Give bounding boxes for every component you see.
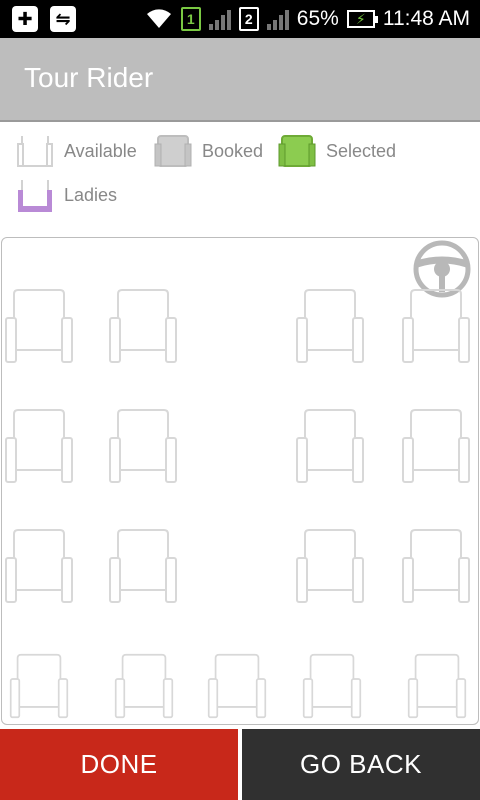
go-back-button[interactable]: GO BACK bbox=[242, 729, 480, 800]
legend-available: Available bbox=[16, 132, 137, 170]
seat-r4-c5[interactable] bbox=[407, 653, 467, 719]
ladies-seat-icon bbox=[16, 176, 54, 214]
sim2-icon: 2 bbox=[238, 7, 259, 31]
selected-seat-icon bbox=[278, 132, 316, 170]
app-title: Tour Rider bbox=[24, 62, 154, 93]
seat-r1-c2[interactable] bbox=[108, 288, 178, 364]
seat-r4-c3[interactable] bbox=[207, 653, 267, 719]
signal-icon bbox=[266, 8, 289, 30]
legend-booked-label: Booked bbox=[202, 140, 264, 161]
sim1-icon: 1 bbox=[180, 7, 201, 31]
seat-r2-c5[interactable] bbox=[401, 408, 471, 484]
seat-r2-c1[interactable] bbox=[4, 408, 74, 484]
legend-available-label: Available bbox=[64, 140, 137, 161]
plus-icon: ✚ bbox=[12, 6, 38, 32]
usb-icon: ⇋ bbox=[50, 6, 76, 32]
done-button[interactable]: DONE bbox=[0, 729, 238, 800]
legend-selected-label: Selected bbox=[326, 140, 397, 161]
seat-map bbox=[1, 237, 479, 725]
seat-r4-c1[interactable] bbox=[9, 653, 69, 719]
seat-r3-c2[interactable] bbox=[108, 528, 178, 604]
battery-charging-icon: ⚡ bbox=[346, 10, 378, 28]
seat-r3-c5[interactable] bbox=[401, 528, 471, 604]
legend-ladies-label: Ladies bbox=[64, 184, 118, 205]
seat-r2-c4[interactable] bbox=[295, 408, 365, 484]
status-bar: ✚ ⇋ 1 2 65% ⚡ 11:48 AM bbox=[0, 0, 480, 38]
seat-r4-c2[interactable] bbox=[114, 653, 174, 719]
wifi-icon bbox=[146, 9, 171, 28]
seat-r1-c1[interactable] bbox=[4, 288, 74, 364]
seat-r3-c4[interactable] bbox=[295, 528, 365, 604]
booked-seat-icon bbox=[154, 132, 192, 170]
legend-selected: Selected bbox=[278, 132, 396, 170]
seat-r4-c4[interactable] bbox=[302, 653, 362, 719]
seat-r1-c4[interactable] bbox=[295, 288, 365, 364]
app-bar: Tour Rider bbox=[0, 38, 480, 122]
legend-booked: Booked bbox=[154, 132, 263, 170]
legend-ladies: Ladies bbox=[16, 176, 117, 214]
seat-r1-c5[interactable] bbox=[401, 288, 471, 364]
available-seat-icon bbox=[16, 132, 54, 170]
seat-r3-c1[interactable] bbox=[4, 528, 74, 604]
battery-percent: 65% bbox=[296, 7, 339, 30]
seat-legend: Available Booked Selected Ladies bbox=[0, 126, 480, 236]
signal-icon bbox=[208, 8, 231, 30]
clock: 11:48 AM bbox=[382, 7, 470, 30]
seat-r2-c2[interactable] bbox=[108, 408, 178, 484]
